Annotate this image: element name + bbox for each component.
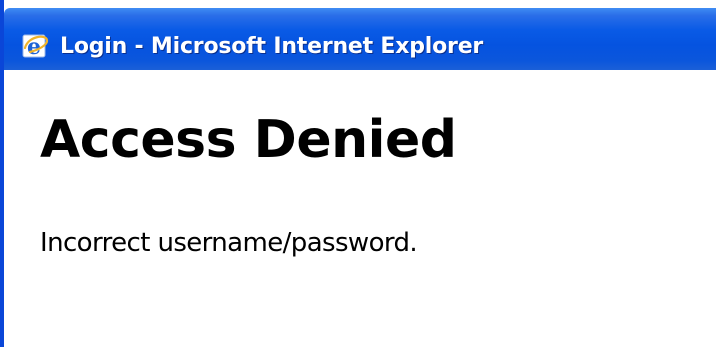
page-heading: Access Denied	[40, 110, 457, 170]
window-title-bar[interactable]: e Login - Microsoft Internet Explorer	[4, 8, 716, 70]
internet-explorer-icon[interactable]: e	[22, 32, 50, 60]
browser-window: e Login - Microsoft Internet Explorer Ac…	[0, 0, 716, 347]
page-content: Access Denied Incorrect username/passwor…	[8, 70, 716, 347]
window-top-edge	[4, 0, 716, 8]
error-message: Incorrect username/password.	[40, 228, 418, 258]
window-title: Login - Microsoft Internet Explorer	[60, 34, 484, 59]
